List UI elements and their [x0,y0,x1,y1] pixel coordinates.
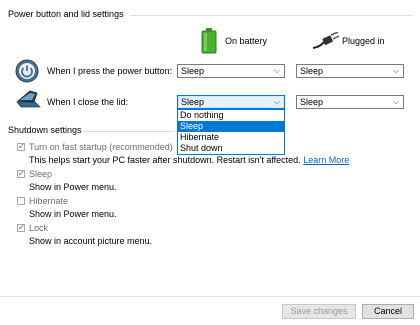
battery-icon [200,28,218,54]
power-button-label: When I press the power button: [47,66,173,76]
fast-startup-label: Turn on fast startup (recommended) [29,142,173,152]
save-changes-button[interactable]: Save changes [282,304,356,319]
cancel-button[interactable]: Cancel [362,304,414,319]
column-header-on-battery: On battery [225,36,268,46]
sleep-description: Show in Power menu. [29,182,117,192]
dropdown-option-shut-down[interactable]: Shut down [178,143,284,154]
sleep-label: Sleep [29,169,53,179]
sleep-checkbox[interactable] [17,169,25,178]
hibernate-checkbox[interactable] [17,197,25,205]
column-header-plugged-in: Plugged in [342,36,385,46]
hibernate-description: Show in Power menu. [29,209,117,219]
section-divider [130,15,412,16]
select-value: Sleep [300,97,324,107]
lid-label: When I close the lid: [47,97,129,107]
dropdown-option-hibernate[interactable]: Hibernate [178,132,284,143]
select-value: Sleep [181,66,205,76]
power-button-plugged-in-select[interactable]: Sleep ⌵ [296,64,404,78]
select-value: Sleep [181,97,205,107]
chevron-down-icon: ⌵ [392,66,399,75]
chevron-down-icon: ⌵ [392,97,399,106]
lid-plugged-in-select[interactable]: Sleep ⌵ [296,95,404,109]
dropdown-option-do-nothing[interactable]: Do nothing [178,110,284,121]
select-value: Sleep [300,66,324,76]
plug-icon [312,31,340,50]
chevron-down-icon: ⌵ [273,66,280,75]
description-text: This helps start your PC faster after sh… [29,155,301,165]
section-title-shutdown: Shutdown settings [8,125,82,135]
power-button-on-battery-select[interactable]: Sleep ⌵ [177,64,285,78]
lock-label: Lock [29,223,49,233]
power-button-icon [15,59,39,83]
hibernate-label: Hibernate [29,196,69,206]
lock-checkbox[interactable] [17,223,25,232]
lock-description: Show in account picture menu. [29,236,153,246]
laptop-lid-icon [14,89,42,109]
learn-more-link[interactable]: Learn More [303,155,349,165]
dropdown-option-sleep[interactable]: Sleep [178,121,284,132]
fast-startup-description: This helps start your PC faster after sh… [29,155,349,165]
fast-startup-checkbox[interactable] [17,142,25,151]
lid-on-battery-dropdown-list: Do nothing Sleep Hibernate Shut down [177,109,285,155]
section-divider [84,131,174,132]
chevron-down-icon: ⌵ [273,97,280,106]
lid-on-battery-select[interactable]: Sleep ⌵ [177,95,285,109]
footer-divider [0,296,420,297]
section-title-power-lid: Power button and lid settings [8,9,124,19]
